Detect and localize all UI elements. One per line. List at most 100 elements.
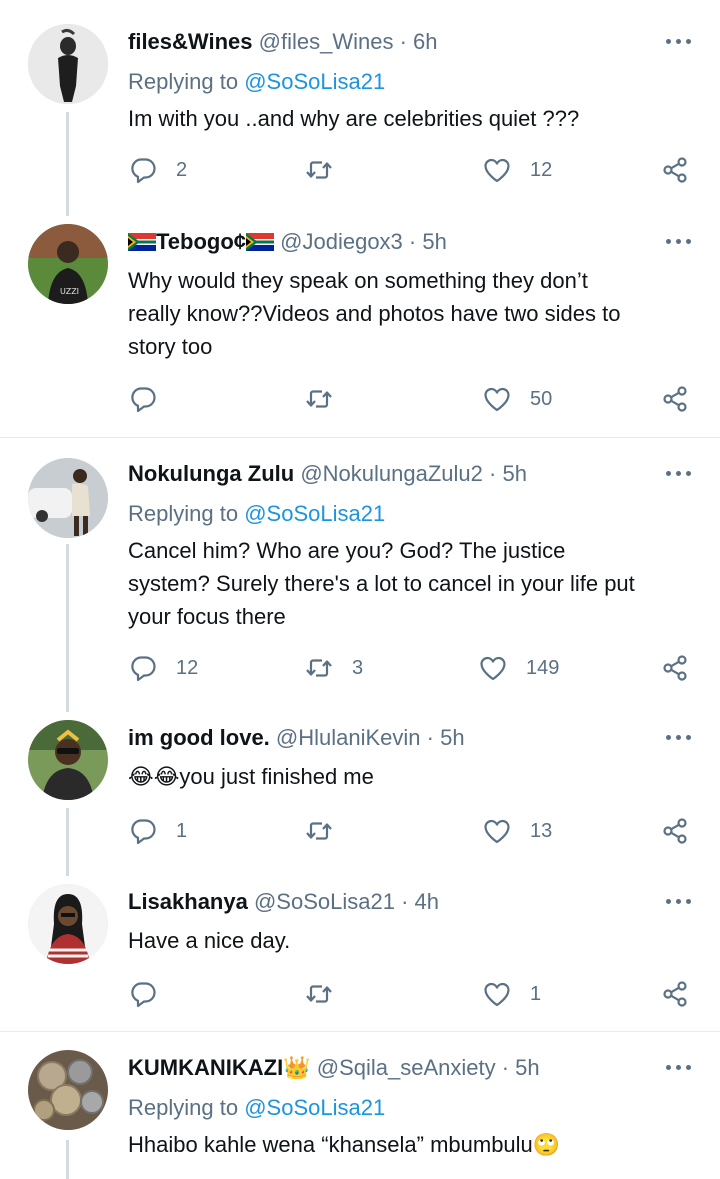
tweet[interactable]: Nokulunga Zulu @NokulungaZulu2 · 5h Repl… — [0, 438, 720, 714]
tweet-header: Lisakhanya @SoSoLisa21 · 4h — [128, 888, 439, 916]
tweet-text-line: system? Surely there's a lot to cancel i… — [128, 571, 635, 596]
reply-count: 1 — [176, 819, 188, 842]
timestamp[interactable]: 5h — [422, 229, 446, 254]
south-africa-flag-icon — [128, 233, 156, 251]
reply-button[interactable]: 1 — [128, 816, 187, 846]
timestamp[interactable]: 6h — [413, 29, 437, 54]
tweet[interactable]: KUMKANIKAZI👑 @Sqila_seAnxiety · 5h Reply… — [0, 1032, 720, 1179]
replying-to-link[interactable]: @SoSoLisa21 — [244, 69, 385, 94]
reply-button[interactable] — [128, 979, 176, 1009]
retweet-icon — [304, 384, 334, 414]
south-africa-flag-icon — [246, 233, 275, 251]
handle[interactable]: @files_Wines — [259, 29, 394, 54]
avatar[interactable] — [28, 24, 108, 104]
retweet-icon — [304, 816, 334, 846]
display-name[interactable]: Nokulunga Zulu — [128, 461, 294, 486]
retweet-icon — [304, 979, 334, 1009]
share-icon — [660, 384, 690, 414]
retweet-button[interactable] — [304, 816, 352, 846]
replying-to: Replying to @SoSoLisa21 — [128, 68, 385, 96]
tweet-header: Tebogo¢ @Jodiegox3 · 5h — [128, 228, 447, 256]
tweet-text: Have a nice day. — [128, 928, 291, 953]
avatar[interactable]: UZZI — [28, 224, 108, 304]
action-bar: 2 12 — [128, 155, 698, 185]
share-button[interactable] — [660, 979, 690, 1009]
timestamp[interactable]: 5h — [440, 725, 464, 750]
like-button[interactable]: 1 — [482, 979, 541, 1009]
tweet[interactable]: UZZI Tebogo¢ @Jodiegox3 · 5h Why would t… — [0, 216, 720, 436]
replying-to: Replying to @SoSoLisa21 — [128, 1094, 385, 1122]
replying-to-label: Replying to — [128, 69, 239, 94]
separator-dot: · — [495, 1055, 516, 1080]
tweet-text-line: really know??Videos and photos have two … — [128, 301, 621, 326]
timestamp[interactable]: 5h — [502, 461, 526, 486]
avatar[interactable] — [28, 884, 108, 964]
like-icon — [478, 653, 508, 683]
action-bar: 1 — [128, 979, 698, 1009]
display-name[interactable]: Lisakhanya — [128, 889, 248, 914]
more-icon[interactable] — [666, 898, 692, 906]
retweet-button[interactable] — [304, 979, 352, 1009]
more-icon[interactable] — [666, 238, 692, 246]
like-count: 1 — [530, 982, 542, 1005]
separator-dot: · — [482, 461, 503, 486]
replying-to-label: Replying to — [128, 1095, 239, 1120]
like-button[interactable]: 13 — [482, 816, 552, 846]
share-icon — [660, 979, 690, 1009]
tweet-header: im good love. @HlulaniKevin · 5h — [128, 724, 465, 752]
more-icon[interactable] — [666, 470, 692, 478]
retweet-button[interactable]: 3 — [304, 653, 363, 683]
reply-icon — [128, 816, 158, 846]
tweet[interactable]: Lisakhanya @SoSoLisa21 · 4h Have a nice … — [0, 876, 720, 1030]
timestamp[interactable]: 5h — [515, 1055, 539, 1080]
tweet-text-content: you just finished me — [179, 764, 374, 789]
timestamp[interactable]: 4h — [415, 889, 439, 914]
more-icon[interactable] — [666, 734, 692, 742]
share-button[interactable] — [660, 653, 690, 683]
reply-button[interactable]: 12 — [128, 653, 198, 683]
handle[interactable]: @Sqila_seAnxiety — [317, 1055, 496, 1080]
share-button[interactable] — [660, 384, 690, 414]
handle[interactable]: @NokulungaZulu2 — [300, 461, 483, 486]
display-name[interactable]: KUMKANIKAZI — [128, 1055, 283, 1080]
tweet-header: files&Wines @files_Wines · 6h — [128, 28, 438, 56]
reply-icon — [128, 979, 158, 1009]
reply-button[interactable] — [128, 384, 176, 414]
tweet-text-line: story too — [128, 334, 213, 359]
like-icon — [482, 155, 512, 185]
avatar[interactable] — [28, 720, 108, 800]
retweet-button[interactable] — [304, 155, 352, 185]
replying-to-link[interactable]: @SoSoLisa21 — [244, 501, 385, 526]
like-button[interactable]: 50 — [482, 384, 552, 414]
tweet[interactable]: im good love. @HlulaniKevin · 5h 😂😂you j… — [0, 714, 720, 876]
display-name[interactable]: files&Wines — [128, 29, 253, 54]
tweet[interactable]: files&Wines @files_Wines · 6h Replying t… — [0, 0, 720, 216]
share-button[interactable] — [660, 155, 690, 185]
like-button[interactable]: 149 — [478, 653, 559, 683]
like-count: 149 — [526, 656, 560, 679]
reply-button[interactable]: 2 — [128, 155, 187, 185]
more-icon[interactable] — [666, 1064, 692, 1072]
more-icon[interactable] — [666, 38, 692, 46]
like-button[interactable]: 12 — [482, 155, 552, 185]
reply-icon — [128, 155, 158, 185]
avatar[interactable] — [28, 458, 108, 538]
handle[interactable]: @HlulaniKevin — [276, 725, 421, 750]
display-name[interactable]: im good love. — [128, 725, 270, 750]
handle[interactable]: @Jodiegox3 — [280, 229, 403, 254]
replying-to-label: Replying to — [128, 501, 239, 526]
retweet-button[interactable] — [304, 384, 352, 414]
replying-to-link[interactable]: @SoSoLisa21 — [244, 1095, 385, 1120]
tweet-header: Nokulunga Zulu @NokulungaZulu2 · 5h — [128, 460, 527, 488]
reply-icon — [128, 653, 158, 683]
tweet-text: Cancel him? Who are you? God? The justic… — [128, 534, 698, 633]
tweet-text: Im with you ..and why are celebrities qu… — [128, 106, 580, 131]
avatar[interactable] — [28, 1050, 108, 1130]
share-button[interactable] — [660, 816, 690, 846]
like-count: 13 — [530, 819, 553, 842]
tweet-emoji: 🙄 — [532, 1133, 561, 1158]
handle[interactable]: @SoSoLisa21 — [254, 889, 395, 914]
display-name[interactable]: Tebogo¢ — [156, 229, 246, 254]
svg-text:UZZI: UZZI — [60, 287, 79, 296]
like-icon — [482, 816, 512, 846]
